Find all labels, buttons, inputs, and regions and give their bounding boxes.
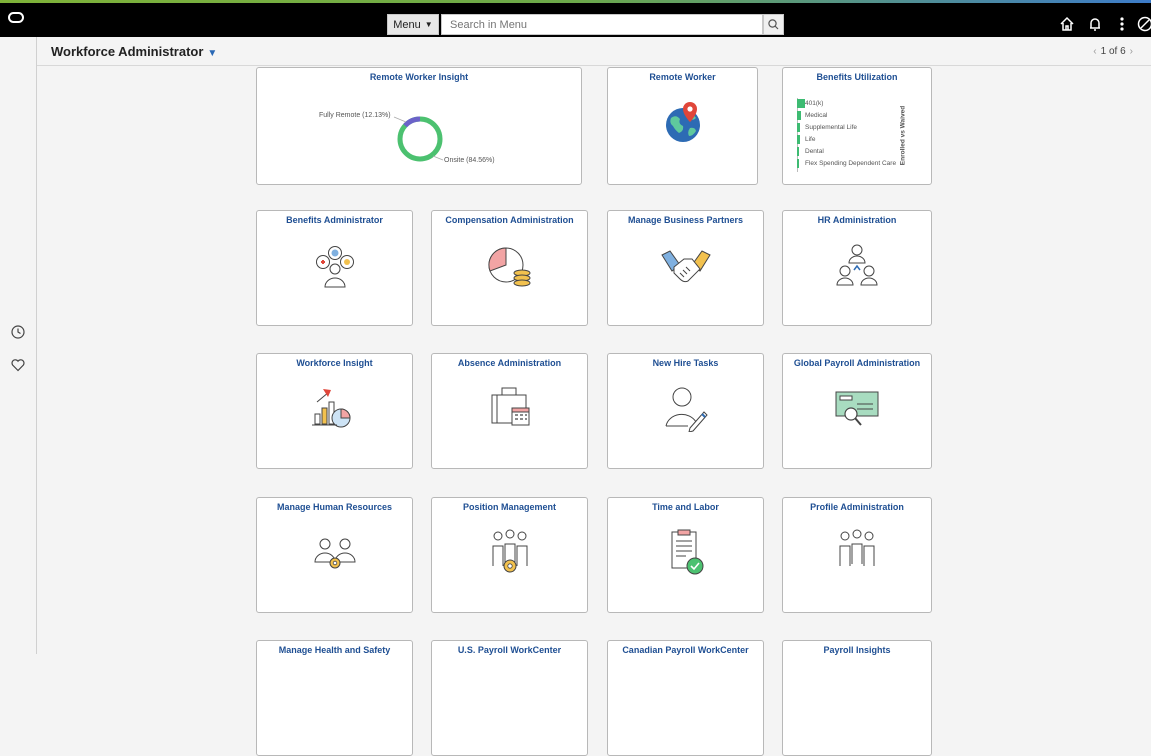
tile-hr-administration[interactable]: HR Administration — [782, 210, 932, 326]
benefit-item-label: 401(k) — [805, 100, 823, 107]
menu-label: Menu — [393, 19, 421, 31]
tile-title: Manage Human Resources — [257, 502, 412, 512]
tile-global-payroll-administration[interactable]: Global Payroll Administration — [782, 353, 932, 469]
chart-axis-label: Enrolled vs Waived — [900, 96, 907, 176]
tile-title: Remote Worker — [608, 72, 757, 82]
tile-title: Global Payroll Administration — [783, 358, 931, 368]
tile-benefits-administrator[interactable]: Benefits Administrator — [256, 210, 413, 326]
chevron-down-icon: ▼ — [425, 20, 433, 29]
benefit-bar — [797, 147, 799, 156]
tile-title: Manage Business Partners — [608, 215, 763, 225]
navigator-compass-icon[interactable] — [1136, 15, 1151, 33]
tile-title: Absence Administration — [432, 358, 587, 368]
tile-title: Time and Labor — [608, 502, 763, 512]
benefit-bar — [797, 111, 801, 120]
menu-button[interactable]: Menu ▼ — [387, 14, 439, 35]
tile-canadian-payroll-workcenter[interactable]: Canadian Payroll WorkCenter — [607, 640, 764, 756]
benefit-bar — [797, 99, 805, 108]
tile-title: Benefits Administrator — [257, 215, 412, 225]
tile-profile-administration[interactable]: Profile Administration — [782, 497, 932, 613]
tile-absence-administration[interactable]: Absence Administration — [431, 353, 588, 469]
tile-position-management[interactable]: Position Management — [431, 497, 588, 613]
globe-location-icon — [659, 98, 707, 146]
tile-manage-human-resources[interactable]: Manage Human Resources — [256, 497, 413, 613]
benefit-item-label: Supplemental Life — [805, 124, 857, 131]
person-pencil-icon — [660, 384, 712, 432]
app-logo-icon[interactable] — [8, 12, 24, 23]
top-navigation-bar: Menu ▼ — [0, 3, 1151, 37]
recent-history-clock-icon[interactable] — [10, 324, 26, 340]
tile-title: Profile Administration — [783, 502, 931, 512]
tile-time-and-labor[interactable]: Time and Labor — [607, 497, 764, 613]
analytics-chart-icon — [309, 384, 361, 432]
search-input[interactable] — [441, 14, 763, 35]
benefit-bar — [797, 123, 800, 132]
pie-chart-coins-icon — [484, 243, 536, 289]
home-icon[interactable] — [1058, 15, 1076, 33]
page-title-text: Workforce Administrator — [51, 44, 203, 59]
suitcase-calendar-icon — [484, 384, 536, 432]
benefits-people-icon — [309, 243, 361, 289]
check-magnifier-icon — [831, 384, 883, 432]
benefit-item-label: Flex Spending Dependent Care — [805, 160, 896, 167]
page-pager: ‹ 1 of 6 › — [1089, 46, 1137, 57]
search-icon — [764, 15, 783, 34]
onsite-percentage-label: Onsite (84.56%) — [444, 157, 495, 164]
remote-worker-donut-chart — [257, 68, 582, 185]
team-profiles-icon — [831, 528, 883, 576]
team-gear-icon — [484, 528, 536, 576]
tile-remote-worker[interactable]: Remote Worker — [607, 67, 758, 185]
tile-new-hire-tasks[interactable]: New Hire Tasks — [607, 353, 764, 469]
left-sidebar — [0, 37, 37, 654]
tile-manage-health-and-safety[interactable]: Manage Health and Safety — [256, 640, 413, 756]
benefit-item-label: Dental — [805, 148, 824, 155]
tile-benefits-utilization[interactable]: Benefits Utilization 401(k) Medical Supp… — [782, 67, 932, 185]
previous-page-icon[interactable]: ‹ — [1093, 46, 1096, 57]
tile-title: HR Administration — [783, 215, 931, 225]
tile-payroll-insights[interactable]: Payroll Insights — [782, 640, 932, 756]
next-page-icon[interactable]: › — [1130, 46, 1133, 57]
people-gear-icon — [309, 536, 361, 572]
benefit-item-label: Medical — [805, 112, 827, 119]
notification-bell-icon[interactable] — [1086, 15, 1104, 33]
handshake-icon — [658, 243, 714, 289]
page-title[interactable]: Workforce Administrator ▼ — [51, 44, 217, 59]
org-people-icon — [831, 243, 883, 289]
clipboard-check-icon — [660, 528, 712, 578]
benefit-bar — [797, 135, 800, 144]
tile-us-payroll-workcenter[interactable]: U.S. Payroll WorkCenter — [431, 640, 588, 756]
remote-percentage-label: Fully Remote (12.13%) — [319, 112, 391, 119]
actions-menu-icon[interactable] — [1113, 15, 1131, 33]
pager-text: 1 of 6 — [1101, 46, 1126, 57]
tile-remote-worker-insight[interactable]: Remote Worker Insight Fully Remote (12.1… — [256, 67, 582, 185]
tile-title: New Hire Tasks — [608, 358, 763, 368]
favorites-heart-icon[interactable] — [10, 357, 26, 373]
tile-title: Compensation Administration — [432, 215, 587, 225]
tile-workforce-insight[interactable]: Workforce Insight — [256, 353, 413, 469]
tile-title: Position Management — [432, 502, 587, 512]
benefit-item-label: Life — [805, 136, 815, 143]
tile-title: Benefits Utilization — [783, 72, 931, 82]
tile-title: Workforce Insight — [257, 358, 412, 368]
benefit-bar — [797, 159, 799, 168]
search-button[interactable] — [763, 14, 784, 35]
chevron-down-icon: ▼ — [207, 48, 217, 59]
page-title-bar: Workforce Administrator ▼ ‹ 1 of 6 › — [37, 37, 1151, 66]
tile-compensation-administration[interactable]: Compensation Administration — [431, 210, 588, 326]
tile-manage-business-partners[interactable]: Manage Business Partners — [607, 210, 764, 326]
